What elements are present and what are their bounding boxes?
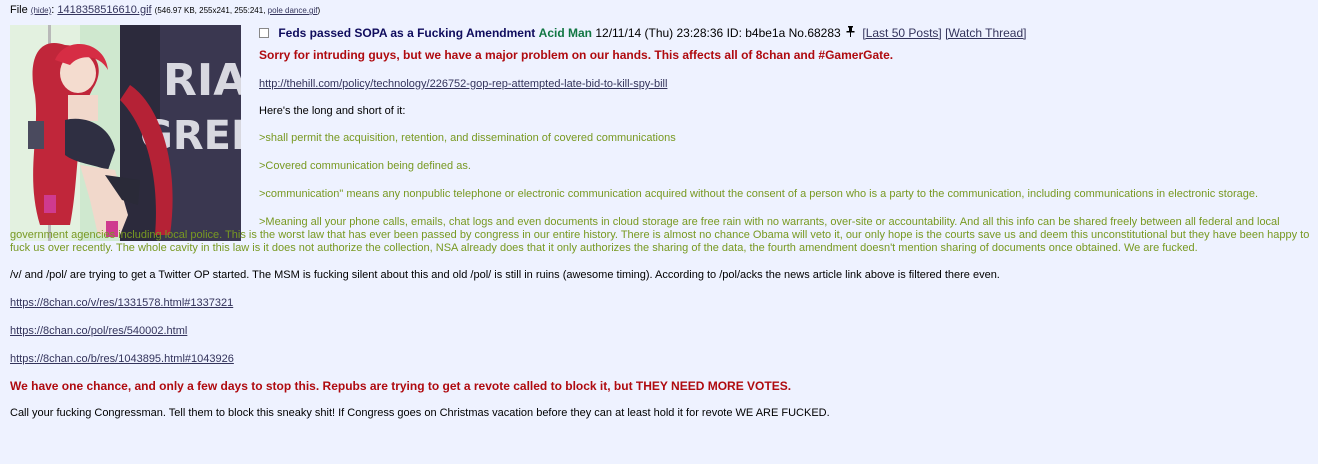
poster-id: ID: b4be1a [726, 26, 786, 40]
poster-name: Acid Man [538, 26, 592, 40]
post-headline: Sorry for intruding guys, but we have a … [259, 48, 894, 62]
file-info: File (hide): 1418358516610.gif (546.97 K… [10, 4, 320, 16]
watch-thread-link[interactable]: [Watch Thread] [945, 26, 1026, 40]
post-closing: Call your fucking Congressman. Tell them… [10, 407, 830, 419]
post-subject: Feds passed SOPA as a Fucking Amendment [278, 26, 536, 40]
file-meta-close: ) [317, 6, 321, 15]
last-50-posts-link[interactable]: [Last 50 Posts] [862, 26, 941, 40]
post-number-prefix: No. [788, 26, 808, 40]
greentext-3: >communication" means any nonpublic tele… [259, 188, 1259, 200]
v-thread-link[interactable]: https://8chan.co/v/res/1331578.html#1337… [10, 297, 233, 309]
greentext-4: >Meaning all your phone calls, emails, c… [10, 216, 1310, 254]
thehill-link[interactable]: http://thehill.com/policy/technology/226… [259, 78, 667, 90]
post-number-label[interactable]: No.68283 [789, 26, 841, 40]
pin-icon [846, 26, 855, 40]
hide-link[interactable]: (hide) [31, 6, 51, 15]
file-meta: (546.97 KB, 255x241, 255:241, [154, 6, 268, 15]
post-header: Feds passed SOPA as a Fucking Amendment … [259, 26, 1026, 40]
post-datetime: 12/11/14 (Thu) 23:28:36 [595, 26, 724, 40]
file-link[interactable]: 1418358516610.gif [57, 4, 151, 16]
post-intro: Here's the long and short of it: [259, 105, 406, 117]
greentext-1: >shall permit the acquisition, retention… [259, 132, 676, 144]
original-filename-link[interactable]: pole dance.gif [268, 6, 318, 15]
post-number: 68283 [807, 26, 841, 40]
post-body: Sorry for intruding guys, but we have a … [10, 49, 1310, 420]
delete-checkbox[interactable] [259, 27, 269, 38]
b-thread-link[interactable]: https://8chan.co/b/res/1043895.html#1043… [10, 353, 234, 365]
file-colon: : [51, 4, 55, 16]
post-headline-2: We have one chance, and only a few days … [10, 379, 792, 393]
post-twitter-paragraph: /v/ and /pol/ are trying to get a Twitte… [10, 269, 1000, 281]
pol-thread-link[interactable]: https://8chan.co/pol/res/540002.html [10, 325, 187, 337]
greentext-2: >Covered communication being defined as. [259, 160, 471, 172]
file-label: File [10, 4, 28, 16]
